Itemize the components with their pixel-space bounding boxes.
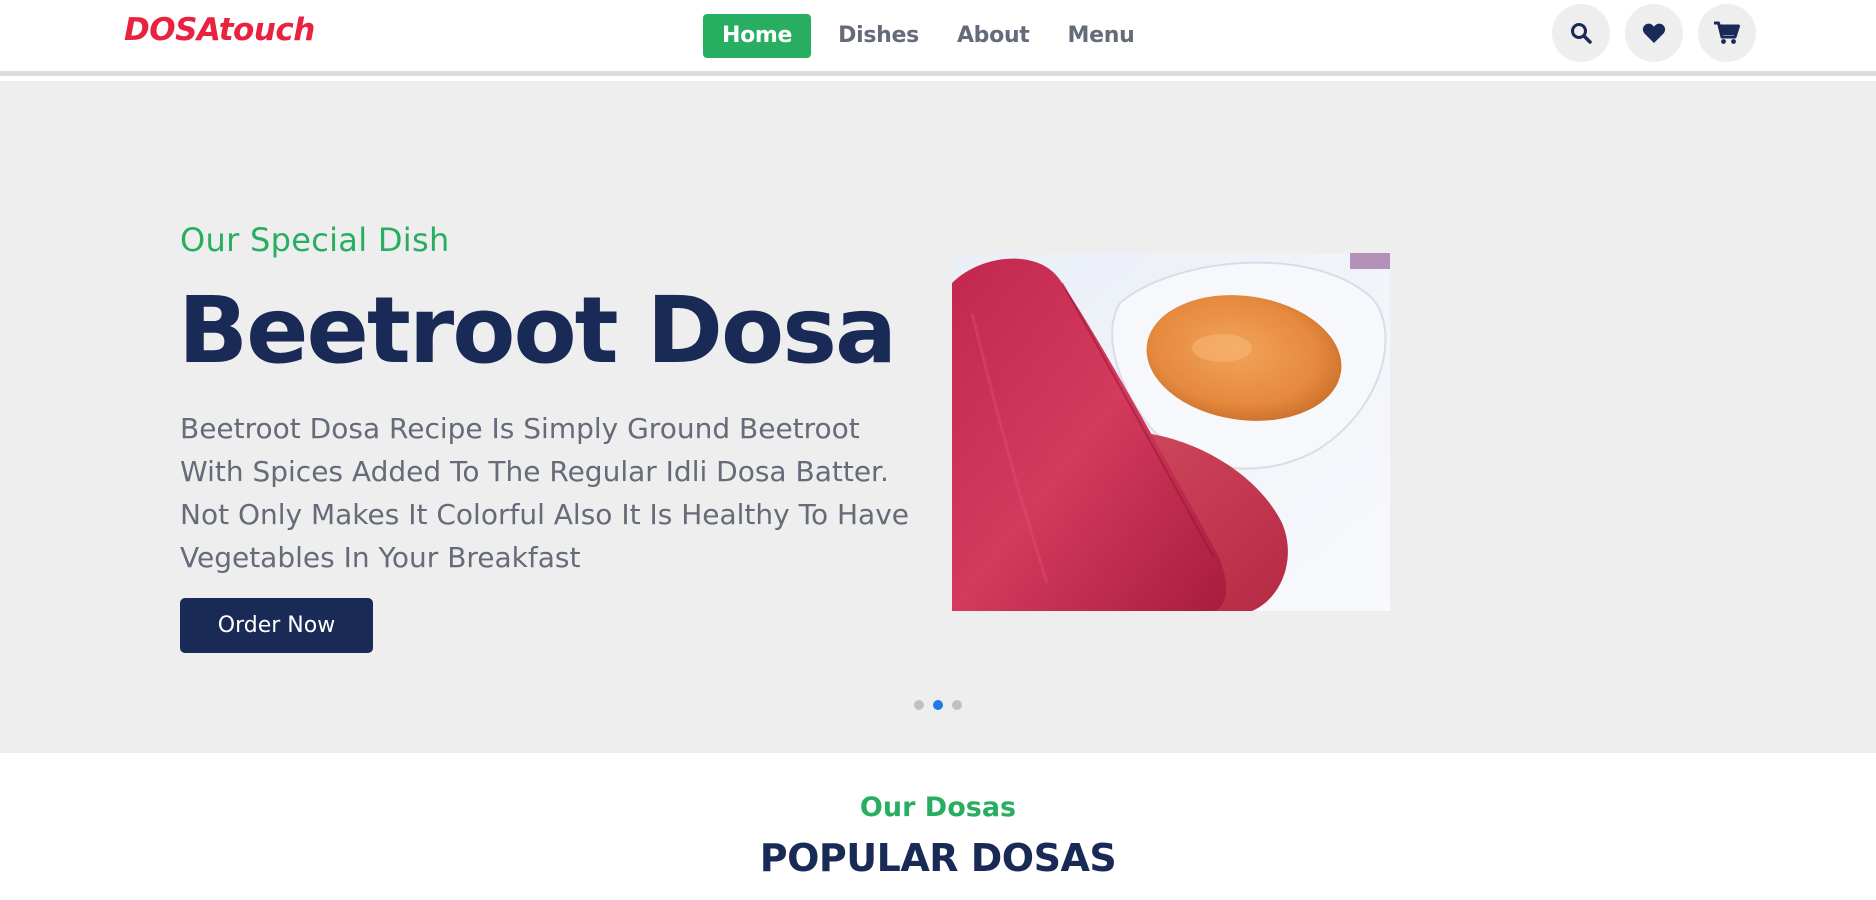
order-now-button[interactable]: Order Now [180, 598, 373, 653]
logo[interactable]: DOSAtouch [124, 12, 315, 48]
main-nav: Home Dishes About Menu [703, 14, 1153, 58]
nav-about[interactable]: About [938, 14, 1049, 58]
wishlist-button[interactable] [1625, 4, 1683, 62]
nav-dishes[interactable]: Dishes [819, 14, 938, 58]
hero-title: Beetroot Dosa [178, 277, 897, 384]
hero-description: Beetroot Dosa Recipe Is Simply Ground Be… [180, 412, 909, 574]
slider-dot-2[interactable] [933, 700, 943, 710]
section-title: POPULAR DOSAS [759, 836, 1117, 880]
cart-icon [1714, 21, 1740, 45]
slider-pagination [914, 700, 962, 710]
slider-dot-3[interactable] [952, 700, 962, 710]
slider-dot-1[interactable] [914, 700, 924, 710]
site-header: DOSAtouch Home Dishes About Menu [0, 0, 1876, 76]
section-subtitle: Our Dosas [859, 792, 1017, 823]
search-button[interactable] [1552, 4, 1610, 62]
hero-slider: Our Special Dish Beetroot Dosa Beetroot … [0, 81, 1876, 753]
cart-button[interactable] [1698, 4, 1756, 62]
hero-subtitle: Our Special Dish [180, 221, 450, 259]
beetroot-dosa-image [952, 253, 1390, 611]
heart-icon [1642, 22, 1666, 44]
search-icon [1569, 21, 1593, 45]
nav-home[interactable]: Home [703, 14, 812, 58]
nav-menu[interactable]: Menu [1049, 14, 1154, 58]
